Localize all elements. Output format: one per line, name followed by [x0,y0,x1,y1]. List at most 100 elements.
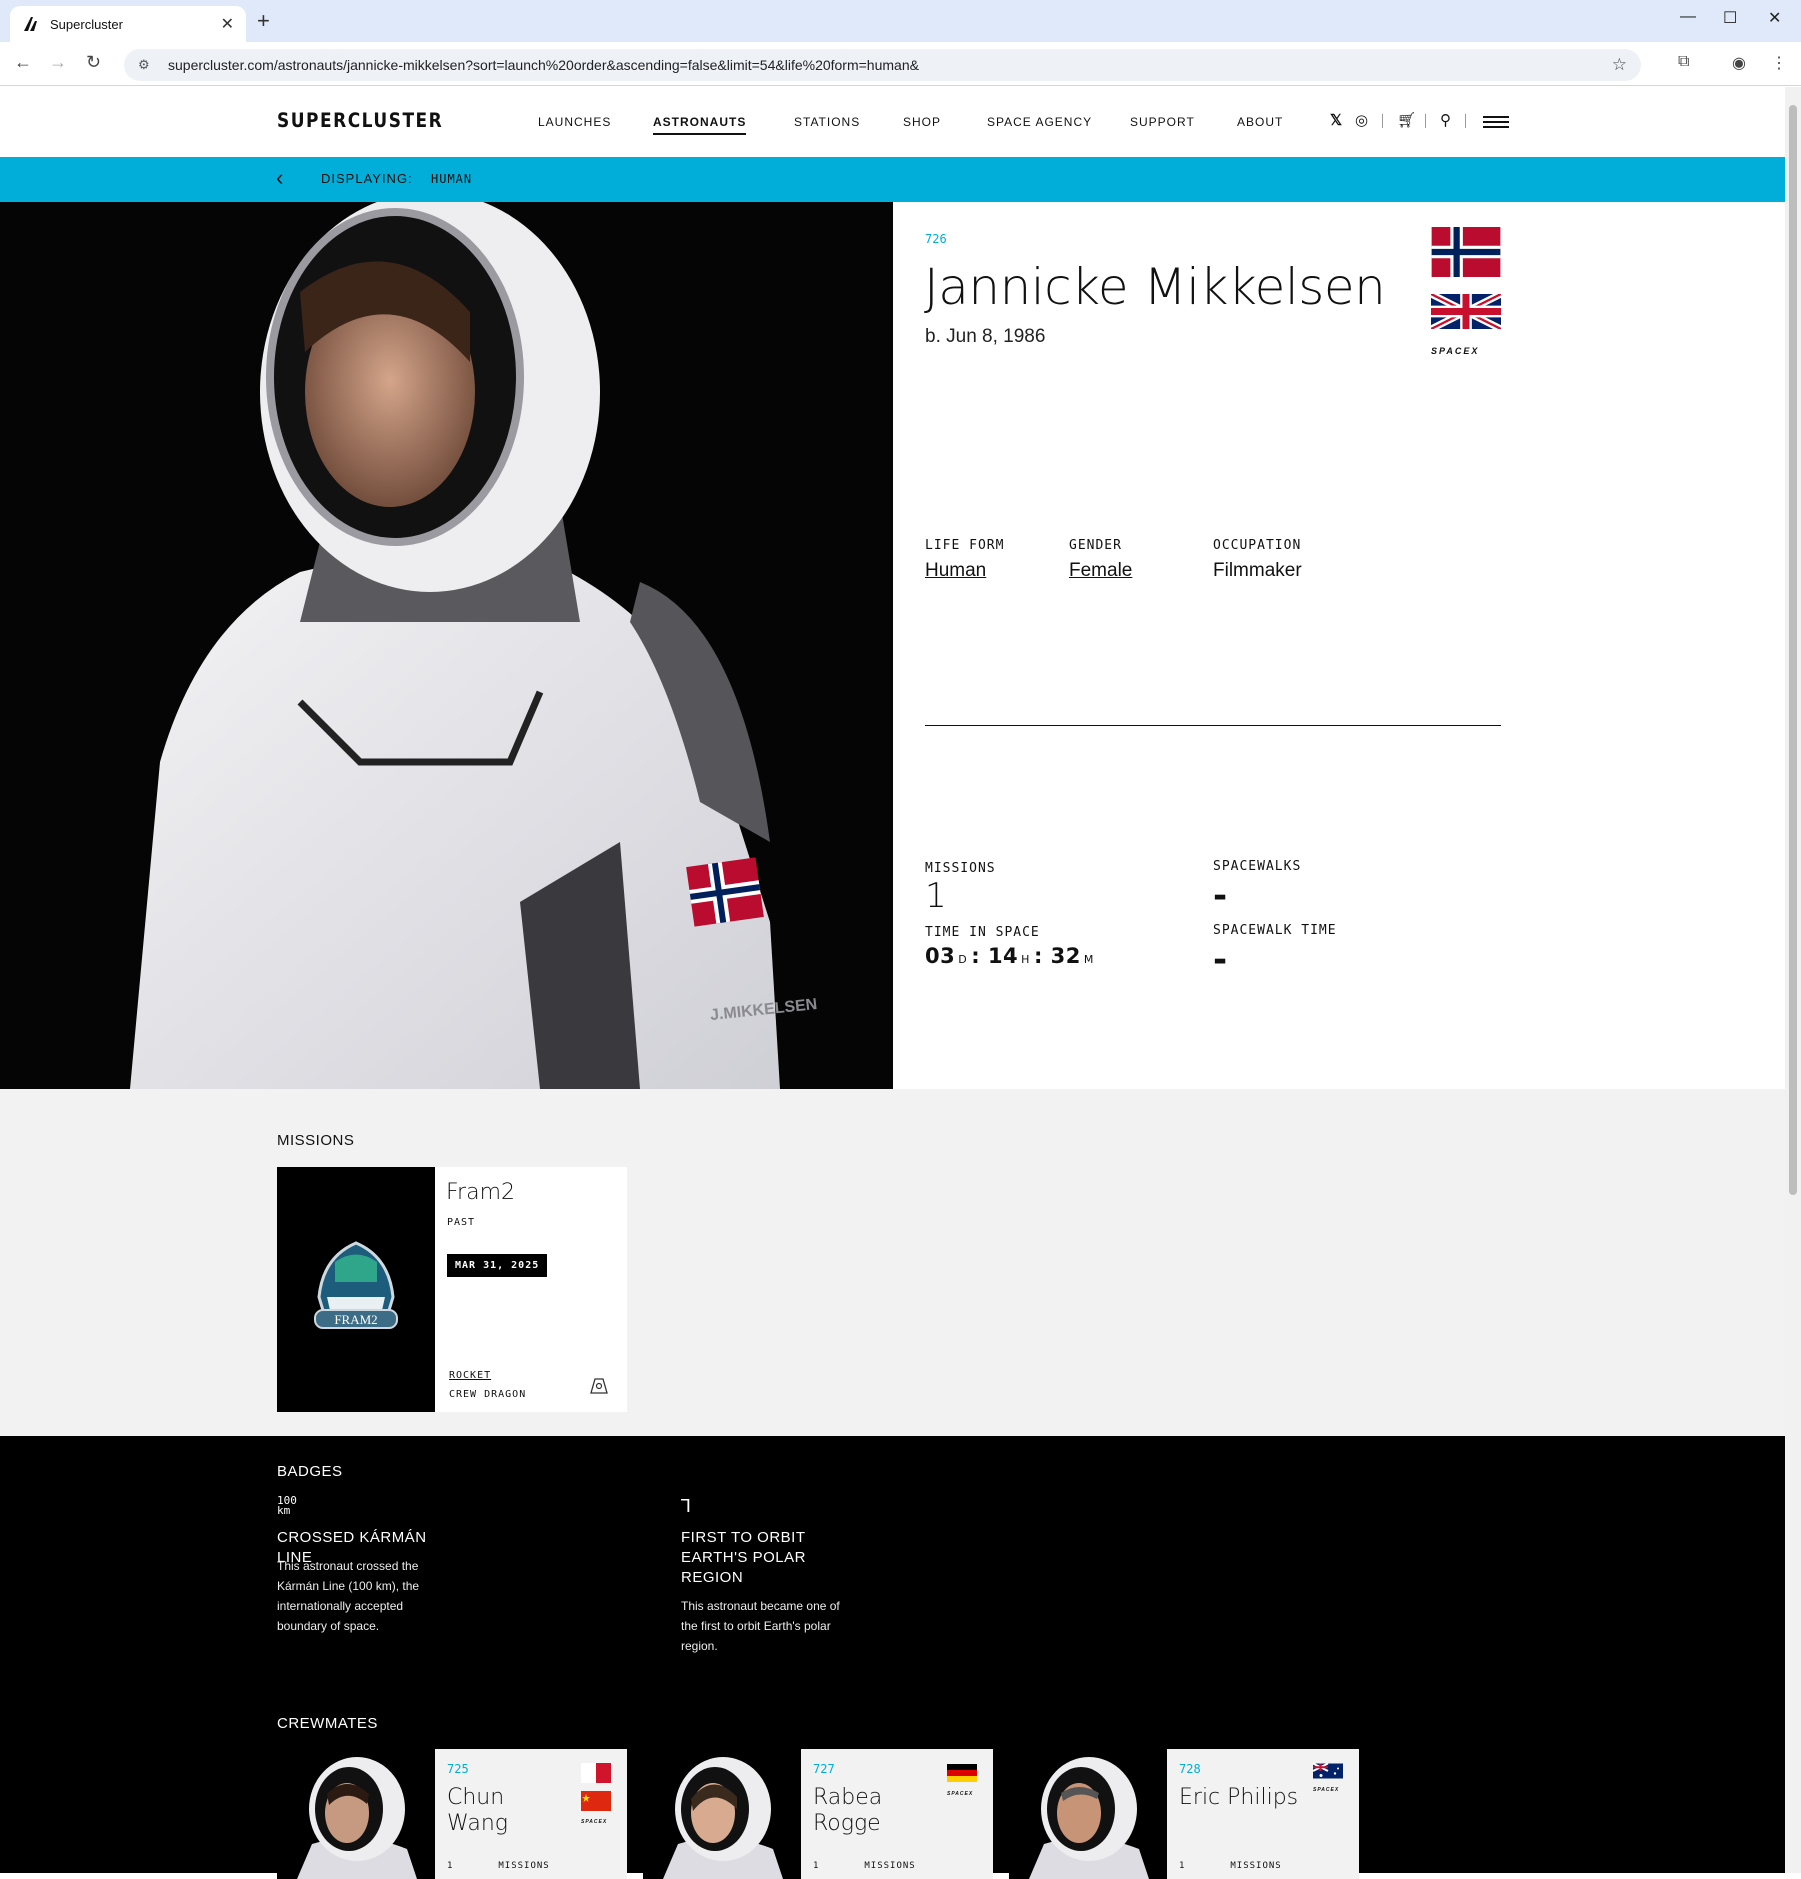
crewmate-number: 725 [447,1762,469,1776]
address-bar[interactable]: ⚙ supercluster.com/astronauts/jannicke-m… [124,49,1641,81]
site-info-icon[interactable]: ⚙ [138,57,154,73]
new-tab-icon[interactable]: + [257,8,270,34]
spacex-logo: SPACEX [581,1819,608,1825]
search-icon[interactable]: ⚲ [1440,111,1451,129]
astronaut-number: 726 [925,232,947,246]
crewmate-card[interactable]: 727 Rabea Rogge SPACEX 1 MISSIONS [643,1749,993,1879]
crewmate-name: Rabea Rogge [813,1785,883,1836]
life-form-label: LIFE FORM [925,538,1005,553]
nav-stations[interactable]: STATIONS [794,115,860,129]
occupation-value: Filmmaker [1213,560,1302,581]
rocket-link[interactable]: ROCKET [449,1370,491,1381]
back-chevron-icon[interactable]: ‹ [276,165,283,191]
china-flag-icon [581,1791,611,1811]
close-tab-icon[interactable]: ✕ [221,14,234,34]
badge-description: This astronaut crossed the Kármán Line (… [277,1559,420,1633]
maximize-icon[interactable]: ☐ [1723,8,1737,28]
address-bar-row: ← → ↻ ⚙ supercluster.com/astronauts/jann… [0,42,1801,86]
australia-flag-icon [1313,1763,1343,1779]
mission-patch: FRAM2 [277,1167,435,1412]
crewmate-missions: 1 MISSIONS [1179,1861,1282,1871]
badges-crewmates-section: BADGES 100 km CROSSED KÁRMÁN LINE This a… [0,1436,1785,1879]
browser-tab[interactable]: Supercluster ✕ [10,6,246,42]
crewmate-card[interactable]: 728 Eric Philips SPACEX 1 MISSIONS [1009,1749,1359,1879]
tab-title: Supercluster [50,16,123,32]
nav-support[interactable]: SUPPORT [1130,115,1195,129]
astronaut-portrait: J.MIKKELSEN [0,202,893,1089]
nav-launches[interactable]: LAUNCHES [538,115,611,129]
spacex-logo: SPACEX [947,1791,974,1797]
crewmate-info: 727 Rabea Rogge SPACEX 1 MISSIONS [801,1749,993,1879]
badges-section-title: BADGES [277,1463,343,1480]
patch-text: FRAM2 [334,1312,377,1327]
crewmate-name: Chun Wang [447,1785,508,1836]
divider [1382,114,1383,128]
nav-about[interactable]: ABOUT [1237,115,1283,129]
forward-icon[interactable]: → [49,52,67,73]
astronaut-name: Jannicke Mikkelsen [924,258,1386,316]
time-in-space-label: TIME IN SPACE [925,925,1040,940]
nav-shop[interactable]: SHOP [903,115,941,129]
minimize-icon[interactable]: — [1680,8,1696,26]
filter-label: DISPLAYING: [321,171,413,186]
missions-count: 1 [925,876,947,916]
mission-date-badge: MAR 31, 2025 [447,1254,548,1277]
mission-status: PAST [447,1217,476,1228]
badge-title: FIRST TO ORBIT EARTH'S POLAR REGION [681,1529,806,1586]
instagram-icon[interactable]: ◎ [1355,111,1368,129]
karman-line-badge-icon: 100 km [277,1494,297,1517]
browser-tab-strip: Supercluster ✕ + — ☐ ✕ [0,0,1801,42]
crewmates-section-title: CREWMATES [277,1715,378,1732]
x-twitter-icon[interactable]: 𝕏 [1330,111,1342,129]
scrollbar-thumb[interactable] [1789,105,1797,1195]
astronaut-photo-illustration: J.MIKKELSEN [130,202,818,1089]
filter-value[interactable]: HUMAN [431,172,472,186]
reload-icon[interactable]: ↻ [86,52,101,73]
crewmate-info: 725 Chun Wang SPACEX 1 MISSIONS [435,1749,627,1879]
gender-link[interactable]: Female [1069,560,1132,582]
life-form-link[interactable]: Human [925,560,986,582]
crewmate-portrait-illustration [663,1757,783,1879]
missions-section: MISSIONS FRAM2 Fram2 PAST MAR 31, 2025 R… [0,1089,1785,1436]
occupation-label: OCCUPATION [1213,538,1302,553]
crewmate-missions: 1 MISSIONS [447,1861,550,1871]
vehicle-name: CREW DRAGON [449,1389,527,1400]
time-in-space-value: 03 D: 14 H: 32 M [925,944,1094,968]
nav-space-agency[interactable]: SPACE AGENCY [987,115,1092,129]
bookmark-star-icon[interactable]: ☆ [1612,55,1627,75]
spacex-logo[interactable]: SPACEX [1431,346,1479,356]
germany-flag-icon [947,1764,977,1782]
site-logo[interactable]: SUPERCLUSTER [277,110,443,133]
capsule-icon [590,1378,608,1394]
site-header: SUPERCLUSTER LAUNCHES ASTRONAUTS STATION… [0,87,1785,157]
nav-astronauts[interactable]: ASTRONAUTS [653,115,747,135]
menu-kebab-icon[interactable]: ⋮ [1771,53,1787,73]
birth-date: b. Jun 8, 1986 [925,326,1046,347]
spacewalks-label: SPACEWALKS [1213,859,1302,874]
crewmate-missions: 1 MISSIONS [813,1861,916,1871]
mission-card[interactable]: FRAM2 Fram2 PAST MAR 31, 2025 ROCKET CRE… [277,1167,627,1412]
polar-orbit-badge-icon: ⅂ [681,1496,692,1517]
crewmate-photo [277,1749,435,1879]
crewmate-card[interactable]: 725 Chun Wang SPACEX 1 MISSIONS [277,1749,627,1879]
filter-bar: ‹ DISPLAYING: HUMAN [0,157,1785,202]
norway-flag-icon[interactable] [1431,227,1501,277]
cast-icon[interactable]: ⧉ [1678,53,1689,71]
crewmate-name: Eric Philips [1179,1785,1299,1810]
hamburger-menu-icon[interactable] [1483,116,1509,128]
back-icon[interactable]: ← [14,52,32,73]
badge-description: This astronaut became one of the first t… [681,1599,840,1653]
gender-label: GENDER [1069,538,1122,553]
profile-icon[interactable]: ◉ [1732,53,1746,73]
page-scrollbar[interactable] [1785,87,1801,1873]
malta-flag-icon [581,1763,611,1783]
divider [1425,114,1426,128]
close-window-icon[interactable]: ✕ [1768,8,1781,28]
uk-flag-icon[interactable] [1431,294,1501,329]
fram2-patch-icon: FRAM2 [314,1241,398,1329]
missions-label: MISSIONS [925,861,996,876]
missions-section-title: MISSIONS [277,1132,355,1149]
crewmate-info: 728 Eric Philips SPACEX 1 MISSIONS [1167,1749,1359,1879]
divider-line [925,725,1501,726]
cart-icon[interactable]: 🛒︎ [1397,111,1416,129]
